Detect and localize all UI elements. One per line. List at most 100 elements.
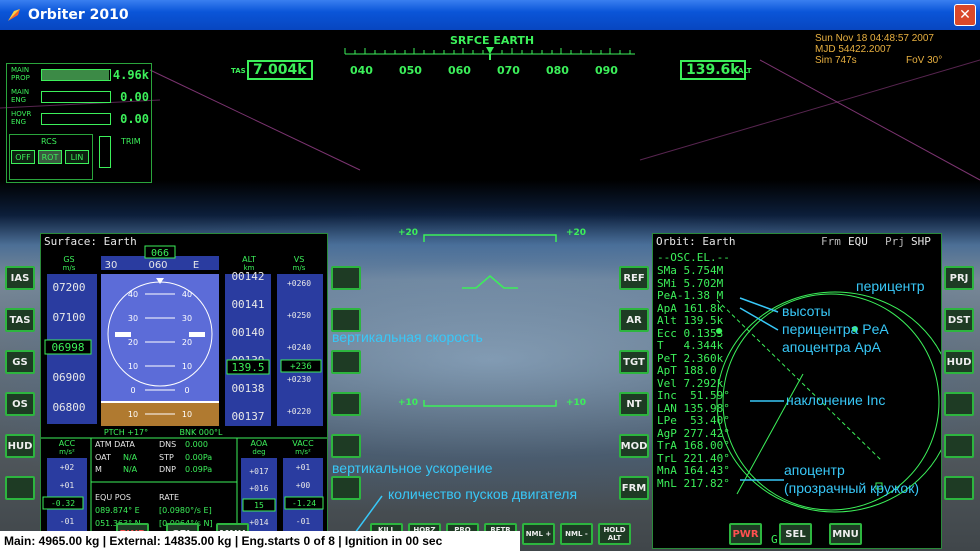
equ-pos-title: EQU POS — [95, 493, 131, 502]
orbiter-app-icon — [8, 9, 20, 21]
right-mfd-button-dst[interactable]: DST — [944, 308, 974, 332]
surface-mfd-side-button-2[interactable] — [331, 350, 361, 374]
aoa-tick-label: +016 — [249, 484, 268, 493]
alt-tick-label: 00142 — [231, 270, 264, 283]
aoa-label: AOA — [251, 439, 268, 448]
acc-label: ACC — [59, 439, 76, 448]
acc-tick-label: +01 — [60, 481, 75, 490]
main-eng-row: MAIN ENG 0.00 — [9, 88, 151, 108]
left-mfd-button-ias[interactable]: IAS — [5, 266, 35, 290]
pitch-tick-label: 10 — [182, 362, 192, 371]
hovr-eng-gauge[interactable] — [41, 113, 111, 125]
dynamic-pressure-label: DNP — [159, 465, 176, 474]
left-mfd-button-tas[interactable]: TAS — [5, 308, 35, 332]
nav-button-hold-alt[interactable]: HOLD ALT — [598, 523, 631, 545]
orbit-mfd-button-frm[interactable]: FRM — [619, 476, 649, 500]
main-prop-value: 4.96k — [112, 68, 149, 82]
gs-tick-label: 06800 — [52, 401, 85, 414]
pitch-tick-label: 10 — [182, 410, 192, 419]
mjd-readout: MJD 54422.2007 — [815, 44, 892, 55]
rcs-label: RCS — [41, 137, 57, 146]
orbit-mfd-button-mod[interactable]: MOD — [619, 434, 649, 458]
aoa-tick-label: +014 — [249, 518, 268, 527]
rate-longitude: [0.0980°/s E] — [159, 506, 212, 515]
pitch-tick-label: 20 — [182, 338, 192, 347]
alt-readout: 139.5 — [231, 361, 264, 374]
orbit-pwr-button[interactable]: PWR — [729, 523, 762, 545]
left-mfd-button-os[interactable]: OS — [5, 392, 35, 416]
surface-mfd-side-button-5[interactable] — [331, 476, 361, 500]
pitch-ladder-label: +20 — [398, 228, 419, 238]
gs-readout: 06998 — [51, 341, 84, 354]
right-mfd-button-prj[interactable]: PRJ — [944, 266, 974, 290]
atm-data-title: ATM DATA — [95, 440, 135, 449]
orbit-mfd-button-tgt[interactable]: TGT — [619, 350, 649, 374]
main-prop-gauge — [41, 69, 111, 81]
main-prop-label: MAIN PROP — [11, 66, 30, 82]
nav-button-nml--[interactable]: NML - — [560, 523, 593, 545]
simulation-viewport[interactable]: SRFCE EARTH 040 050 060 070 080 090 TAS 7.004… — [0, 30, 980, 551]
acc-unit: m/s² — [59, 448, 75, 456]
mach-value: N/A — [123, 465, 138, 474]
alt-tick-label: 00140 — [231, 326, 264, 339]
pitch-tick-label: 20 — [128, 338, 138, 347]
rcs-off-button[interactable]: OFF — [11, 150, 35, 164]
main-eng-gauge[interactable] — [41, 91, 111, 103]
compass-tick-label: 050 — [399, 64, 422, 77]
alt-label: ALT — [738, 67, 752, 75]
aircraft-symbol-right — [189, 332, 205, 337]
pitch-tick-label: 10 — [128, 410, 138, 419]
left-mfd-button-hud[interactable]: HUD — [5, 434, 35, 458]
nav-button-nml-+[interactable]: NML + — [522, 523, 555, 545]
trim-label: TRIM — [121, 137, 141, 146]
osc-elements-header: --OSC.EL.-- — [657, 251, 730, 264]
date-readout: Sun Nov 18 04:48:57 2007 — [815, 33, 934, 44]
right-mfd-button-blank-3[interactable] — [944, 392, 974, 416]
gs-unit: m/s — [63, 264, 76, 272]
vacc-tick-label: +00 — [296, 481, 311, 490]
pitch-ladder-label: +20 — [566, 228, 587, 238]
surface-mfd-side-button-4[interactable] — [331, 434, 361, 458]
compass-tick-label: 060 — [448, 64, 471, 77]
gs-tick-label: 07100 — [52, 311, 85, 324]
alt-label: ALT — [242, 255, 256, 264]
vs-label: VS — [294, 255, 305, 264]
surface-mfd-side-button-3[interactable] — [331, 392, 361, 416]
pitch-tick-label: 30 — [128, 314, 138, 323]
orbit-mfd-button-nt[interactable]: NT — [619, 392, 649, 416]
orbit-mnu-button[interactable]: MNU — [829, 523, 862, 545]
orbit-mfd-button-ref[interactable]: REF — [619, 266, 649, 290]
close-button[interactable]: ✕ — [954, 4, 976, 26]
rcs-rot-button[interactable]: ROT — [38, 150, 62, 164]
aoa-readout: 15 — [254, 501, 264, 510]
tas-readout: 7.004k — [247, 60, 313, 80]
hovr-eng-row: HOVR ENG 0.00 — [9, 110, 151, 130]
surface-mfd: Surface: Earth GS m/s 07200 07100 06998 06900… — [40, 233, 328, 549]
pitch-tick-label: 0 — [130, 386, 135, 395]
pitch-readout: PTCH +17° — [104, 428, 148, 437]
left-mfd-button-blank-5[interactable] — [5, 476, 35, 500]
left-mfd-button-gs[interactable]: GS — [5, 350, 35, 374]
window-title: Orbiter 2010 — [28, 7, 129, 23]
rcs-lin-button[interactable]: LIN — [65, 150, 89, 164]
gs-tick-label: 07200 — [52, 281, 85, 294]
right-mfd-button-blank-4[interactable] — [944, 434, 974, 458]
main-prop-fill — [42, 70, 109, 80]
orbit-mfd-button-ar[interactable]: AR — [619, 308, 649, 332]
acc-tick-label: +02 — [60, 463, 75, 472]
heading-tick-label: 30 — [105, 260, 118, 271]
hovr-eng-value: 0.00 — [120, 112, 149, 126]
right-mfd-button-hud[interactable]: HUD — [944, 350, 974, 374]
engine-panel: MAIN PROP 4.96k MAIN ENG 0.00 HOVR ENG 0… — [6, 63, 152, 183]
annotation-vertical-speed: вертикальная скорость — [332, 329, 483, 345]
sim-time-readout: Sim 747s — [815, 55, 857, 66]
orbit-sel-button[interactable]: SEL — [779, 523, 812, 545]
right-mfd-button-blank-5[interactable] — [944, 476, 974, 500]
alt-tick-label: 00137 — [231, 410, 264, 423]
surface-mfd-side-button-0[interactable] — [331, 266, 361, 290]
vacc-readout: -1.24 — [292, 499, 316, 508]
trim-slider[interactable] — [99, 136, 111, 168]
aircraft-symbol-left — [115, 332, 131, 337]
window-titlebar: Orbiter 2010 ✕ — [0, 0, 980, 30]
heading-tick-label: 060 — [148, 260, 167, 271]
